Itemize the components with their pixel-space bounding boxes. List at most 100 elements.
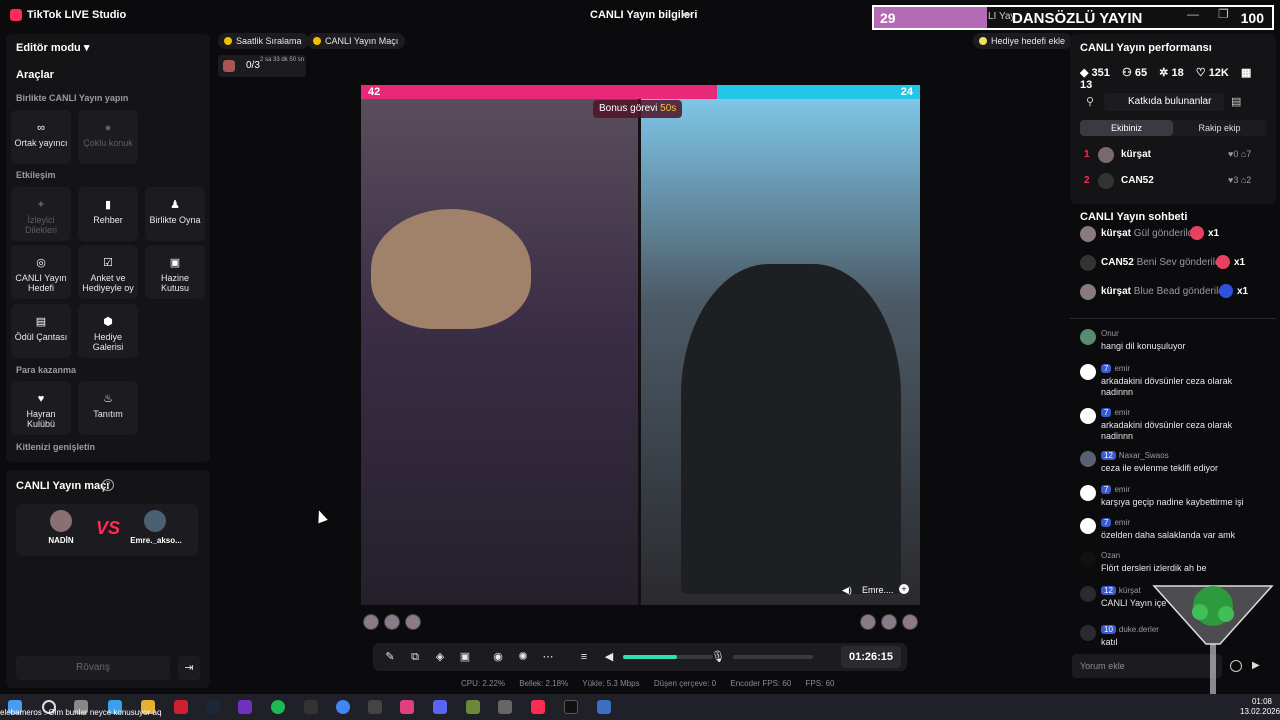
help-icon[interactable]: ? — [102, 479, 114, 491]
avatar — [1080, 451, 1096, 467]
cpu-stat: CPU: 2.22% — [461, 679, 506, 688]
chat-username-text: Naxar_Swaos — [1118, 451, 1169, 460]
tool-play-together[interactable]: ♟ Birlikte Oyna — [145, 187, 205, 241]
add-person-icon[interactable]: ⚲ — [1086, 95, 1094, 108]
exit-match-icon[interactable]: ⇥ — [178, 656, 200, 680]
rematch-button[interactable]: Rövanş — [16, 656, 170, 680]
tool-gift-gallery[interactable]: ⬢ Hediye Galerisi — [78, 304, 138, 358]
avatar — [1080, 485, 1096, 501]
avatar — [1080, 408, 1096, 424]
gift-user: CAN52 Beni Sev gönderildi — [1101, 257, 1223, 268]
record-icon[interactable]: ◉ — [491, 650, 505, 664]
tool-poll[interactable]: ☑ Anket ve Hediyeyle oy — [78, 245, 138, 299]
app-icon[interactable] — [400, 700, 414, 714]
tool-promote[interactable]: ♨ Tanıtım — [78, 381, 138, 435]
chrome-icon[interactable] — [336, 700, 350, 714]
maximize-icon[interactable]: ❐ — [1218, 7, 1229, 21]
share-icon[interactable]: ➦ — [682, 8, 694, 21]
live-match-chip[interactable]: CANLI Yayın Maçı — [307, 33, 406, 49]
minecraft-icon[interactable] — [466, 700, 480, 714]
editor-mode-dropdown[interactable]: Editör modu ▾ — [16, 41, 89, 54]
contributors-button[interactable]: Katkıda bulunanlar — [1104, 93, 1224, 111]
rank-stats: ♥3 ⌂2 — [1228, 175, 1252, 185]
tab-your-team[interactable]: Ekibiniz — [1080, 120, 1173, 136]
chat-username-text: emir — [1114, 518, 1131, 527]
bonus-task-badge: Bonus görevi 50s — [593, 100, 683, 118]
gift-text: Beni Sev gönderildi — [1136, 257, 1223, 268]
tool-cohost[interactable]: ∞ Ortak yayıncı — [11, 110, 71, 164]
gift-count: x1 — [1208, 228, 1220, 239]
mixer-icon[interactable]: ≡ — [577, 650, 591, 664]
supporter-avatar[interactable] — [384, 614, 400, 630]
tool-reward-bag[interactable]: ▤ Ödül Çantası — [11, 304, 71, 358]
tiktok-icon[interactable] — [564, 700, 578, 714]
system-clock: 01:08 13.02.2026 — [1240, 697, 1280, 717]
spotify-icon[interactable] — [271, 700, 285, 714]
more-icon[interactable]: ⋯ — [541, 650, 555, 664]
volume-slider[interactable] — [623, 655, 713, 659]
rank-row[interactable]: 2 CAN52 ♥3 ⌂2 — [1080, 173, 1270, 191]
supporter-avatar[interactable] — [860, 614, 876, 630]
supporter-avatar[interactable] — [902, 614, 918, 630]
layout-icon[interactable]: ⧉ — [408, 650, 422, 664]
match-players[interactable]: NADİN VS Emre._akso... — [16, 504, 198, 556]
mic-slider[interactable] — [733, 655, 813, 659]
app-icon[interactable] — [238, 700, 252, 714]
volume-icon[interactable]: ◀ — [602, 650, 616, 664]
add-icon[interactable]: + — [899, 584, 909, 594]
screen-icon[interactable]: ▣ — [458, 650, 472, 664]
gift-username: kürşat — [1101, 228, 1132, 239]
chat-username: 12 kürşat — [1101, 586, 1141, 595]
rank-number: 2 — [1084, 175, 1090, 186]
likes-metric: ♡ 12K — [1195, 67, 1229, 79]
app-icon[interactable] — [597, 700, 611, 714]
reward-bag-icon: ▤ — [35, 316, 47, 328]
add-gift-goal-chip[interactable]: Hediye hedefi ekle — [973, 33, 1073, 49]
tool-treasure[interactable]: ▣ Hazine Kutusu — [145, 245, 205, 299]
app-icon[interactable] — [304, 700, 318, 714]
chat-username: 7 emir — [1101, 518, 1130, 527]
rank-row[interactable]: 1 kürşat ♥0 ⌂7 — [1080, 147, 1270, 165]
tool-fan-club[interactable]: ♥ Hayran Kulübü — [11, 381, 71, 435]
fps-stat: FPS: 60 — [805, 679, 835, 688]
speaker-icon[interactable]: ◀) — [842, 585, 852, 596]
chat-ticker: elebameros : Olm bunlar neyce konusuyor … — [0, 708, 162, 717]
rank-gifts: 7 — [1246, 149, 1252, 159]
gift-username: kürşat — [1101, 286, 1132, 297]
discord-icon[interactable] — [433, 700, 447, 714]
obs-icon[interactable] — [368, 700, 382, 714]
avatar — [1080, 625, 1096, 641]
minimize-icon[interactable]: — — [1187, 7, 1199, 21]
opera-icon[interactable] — [174, 700, 188, 714]
chat-username-text: Ozan — [1101, 551, 1121, 560]
supporter-avatar[interactable] — [363, 614, 379, 630]
promote-icon: ♨ — [103, 393, 113, 405]
settings-icon[interactable]: ✺ — [516, 650, 530, 664]
hourly-ranking-chip[interactable]: Saatlik Sıralama — [218, 33, 309, 49]
tool-live-goal[interactable]: ◎ CANLI Yayın Hedefi — [11, 245, 71, 299]
host-video-feed — [361, 99, 638, 605]
avatar — [1080, 364, 1096, 380]
goal-progress-card[interactable]: 0/3 2 sa 33 dk 50 sn — [218, 55, 306, 77]
list-icon[interactable]: ▤ — [1231, 95, 1241, 108]
steam-icon[interactable] — [206, 700, 220, 714]
tiktok-studio-icon[interactable] — [531, 700, 545, 714]
tab-rival-team[interactable]: Rakip ekip — [1173, 120, 1266, 136]
tool-label: Hazine Kutusu — [160, 273, 190, 293]
overlay-left-value: 29 — [880, 10, 896, 26]
supporter-avatar[interactable] — [405, 614, 421, 630]
app-icon[interactable] — [498, 700, 512, 714]
stream-timer: 01:26:15 — [841, 646, 901, 668]
gift-count: x1 — [1234, 257, 1246, 268]
supporter-avatar[interactable] — [881, 614, 897, 630]
mic-icon[interactable]: 🎙 — [711, 650, 725, 664]
avatar — [1098, 147, 1114, 163]
tool-guide[interactable]: ▮ Rehber — [78, 187, 138, 241]
target-icon: ◎ — [36, 257, 46, 269]
effects-icon[interactable]: ◈ — [433, 650, 447, 664]
metric-value: 18 — [1171, 67, 1184, 79]
magic-icon[interactable]: ✎ — [383, 650, 397, 664]
tool-label: Ödül Çantası — [14, 332, 68, 342]
goal-time: 2 sa 33 dk 50 sn — [260, 57, 305, 63]
chat-divider — [1070, 318, 1276, 319]
